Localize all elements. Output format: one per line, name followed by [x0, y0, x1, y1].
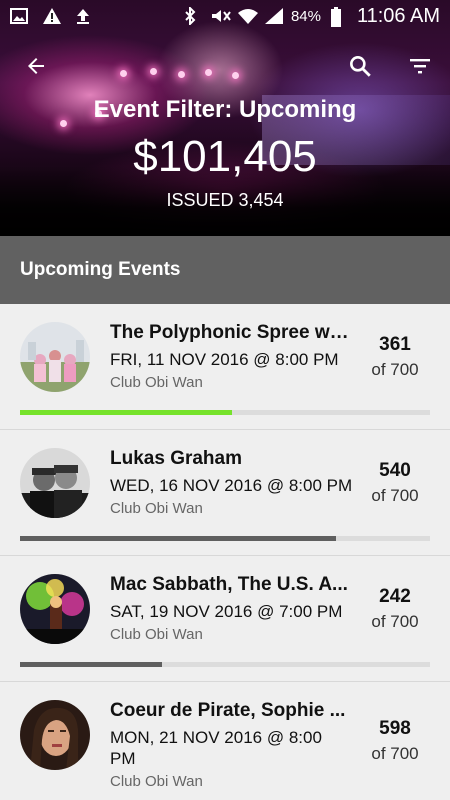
tickets-sold-count: 598	[379, 718, 411, 739]
battery-icon	[330, 7, 348, 27]
sales-progress-bar	[20, 410, 430, 415]
event-row[interactable]: The Polyphonic Spree wi... FRI, 11 NOV 2…	[0, 304, 450, 430]
event-date: SAT, 19 NOV 2016 @ 7:00 PM	[110, 602, 343, 621]
event-title: Mac Sabbath, The U.S. A...	[110, 574, 348, 595]
event-date: MON, 21 NOV 2016 @ 8:00 PM	[110, 728, 322, 768]
clock: 11:06 AM	[356, 4, 440, 27]
tickets-issued: ISSUED 3,454	[166, 190, 284, 210]
total-amount: $101,405	[133, 132, 317, 181]
sales-progress-bar	[20, 536, 430, 541]
filter-button[interactable]	[400, 46, 440, 86]
event-avatar	[20, 448, 90, 518]
event-title: Coeur de Pirate, Sophie ...	[110, 700, 346, 721]
back-button[interactable]	[16, 46, 56, 86]
event-date: WED, 16 NOV 2016 @ 8:00 PM	[110, 476, 353, 495]
event-row[interactable]: Coeur de Pirate, Sophie ... MON, 21 NOV …	[0, 682, 450, 800]
event-venue: Club Obi Wan	[110, 773, 203, 790]
search-icon	[350, 56, 371, 77]
arrow-back-icon	[28, 58, 44, 74]
event-venue: Club Obi Wan	[110, 626, 203, 643]
tickets-capacity: of 700	[371, 744, 419, 763]
event-title: Lukas Graham	[110, 448, 242, 469]
page-title: Event Filter: Upcoming	[93, 96, 357, 123]
tickets-sold-count: 540	[379, 460, 411, 481]
filter-icon	[410, 59, 430, 74]
tickets-sold-count: 361	[379, 334, 411, 355]
event-venue: Club Obi Wan	[110, 374, 203, 391]
image-icon	[10, 7, 28, 25]
event-list: The Polyphonic Spree wi... FRI, 11 NOV 2…	[0, 304, 450, 800]
sales-progress-bar	[20, 662, 430, 667]
signal-icon	[264, 7, 283, 25]
event-venue: Club Obi Wan	[110, 500, 203, 517]
tickets-capacity: of 700	[371, 486, 419, 505]
bluetooth-icon	[183, 5, 201, 27]
mute-icon	[210, 7, 231, 25]
event-avatar	[20, 700, 90, 770]
event-row[interactable]: Lukas Graham WED, 16 NOV 2016 @ 8:00 PM …	[0, 430, 450, 556]
tickets-capacity: of 700	[371, 360, 419, 379]
wifi-icon	[237, 7, 258, 25]
warning-icon	[42, 7, 61, 25]
tickets-sold-count: 242	[379, 586, 411, 607]
battery-percentage: 84%	[290, 7, 321, 25]
search-button[interactable]	[340, 46, 380, 86]
event-date: FRI, 11 NOV 2016 @ 8:00 PM	[110, 350, 339, 369]
upload-icon	[74, 7, 92, 25]
event-avatar	[20, 574, 90, 644]
tickets-capacity: of 700	[371, 612, 419, 631]
event-title: The Polyphonic Spree wi...	[110, 322, 350, 343]
event-row[interactable]: Mac Sabbath, The U.S. A... SAT, 19 NOV 2…	[0, 556, 450, 682]
event-avatar	[20, 322, 90, 392]
sales-progress-fill	[20, 662, 162, 667]
sales-progress-fill	[20, 410, 232, 415]
sales-progress-fill	[20, 536, 337, 541]
status-bar: 84% 11:06 AM	[0, 0, 450, 32]
section-header: Upcoming Events	[0, 236, 450, 304]
